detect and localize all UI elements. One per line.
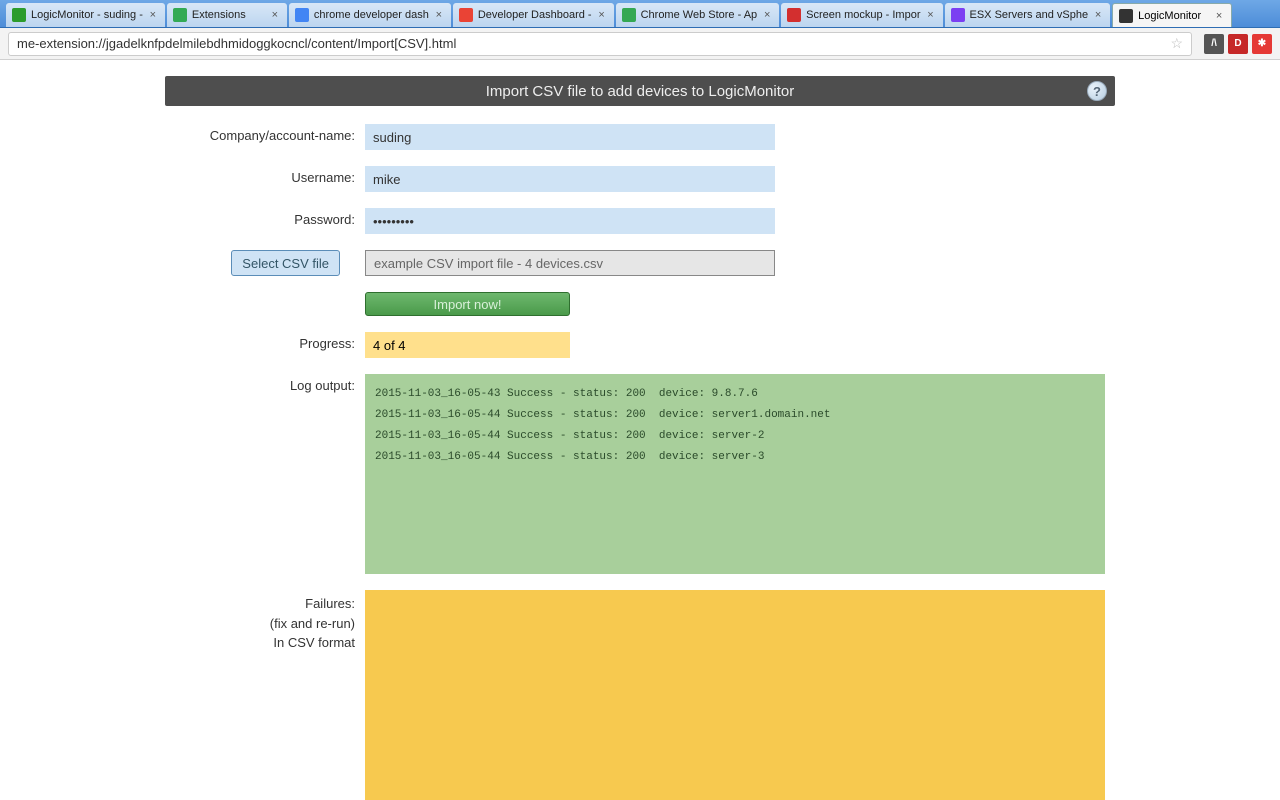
tab-close-icon[interactable]: × [761, 9, 773, 21]
tab-title: Chrome Web Store - Ap [641, 9, 758, 21]
ext-icon-1[interactable]: /\ [1204, 34, 1224, 54]
tab-favicon [787, 8, 801, 22]
page-title: Import CSV file to add devices to LogicM… [486, 83, 794, 100]
url-bar-row: me-extension://jgadelknfpdelmilebdhmidog… [0, 28, 1280, 60]
tab-close-icon[interactable]: × [1092, 9, 1104, 21]
log-output-label: Log output: [165, 374, 365, 393]
tab-close-icon[interactable]: × [1213, 10, 1225, 22]
tab-close-icon[interactable]: × [147, 9, 159, 21]
tab-title: Extensions [192, 9, 265, 21]
selected-filename: example CSV import file - 4 devices.csv [365, 250, 775, 276]
username-label: Username: [165, 166, 365, 185]
browser-tab[interactable]: LogicMonitor - suding - × [6, 3, 165, 27]
tab-title: chrome developer dash [314, 9, 429, 21]
password-label: Password: [165, 208, 365, 227]
failures-output [365, 590, 1105, 800]
bookmark-star-icon[interactable]: ☆ [1170, 35, 1183, 52]
tab-favicon [622, 8, 636, 22]
tab-favicon [173, 8, 187, 22]
help-icon[interactable]: ? [1087, 81, 1107, 101]
browser-tab[interactable]: ESX Servers and vSphe× [945, 3, 1111, 27]
tab-close-icon[interactable]: × [433, 9, 445, 21]
browser-tab[interactable]: LogicMonitor × [1112, 3, 1232, 27]
browser-tab[interactable]: Chrome Web Store - Ap× [616, 3, 780, 27]
tab-favicon [951, 8, 965, 22]
browser-tab[interactable]: Screen mockup - Impor × [781, 3, 942, 27]
password-input[interactable] [365, 208, 775, 234]
tab-title: LogicMonitor - suding - [31, 9, 143, 21]
log-output: 2015-11-03_16-05-43 Success - status: 20… [365, 374, 1105, 574]
username-input[interactable] [365, 166, 775, 192]
select-csv-button[interactable]: Select CSV file [231, 250, 340, 276]
progress-label: Progress: [165, 332, 365, 351]
tab-title: ESX Servers and vSphe [970, 9, 1089, 21]
tab-close-icon[interactable]: × [269, 9, 281, 21]
progress-value: 4 of 4 [365, 332, 570, 358]
import-now-button[interactable]: Import now! [365, 292, 570, 316]
company-label: Company/account-name: [165, 124, 365, 143]
ext-icon-2[interactable]: D [1228, 34, 1248, 54]
browser-tabstrip: LogicMonitor - suding -×Extensions×chrom… [0, 0, 1280, 28]
browser-tab[interactable]: Developer Dashboard - × [453, 3, 614, 27]
tab-close-icon[interactable]: × [596, 9, 608, 21]
tab-close-icon[interactable]: × [925, 9, 937, 21]
browser-tab[interactable]: chrome developer dash × [289, 3, 451, 27]
url-bar[interactable]: me-extension://jgadelknfpdelmilebdhmidog… [8, 32, 1192, 56]
tab-favicon [295, 8, 309, 22]
tab-title: Screen mockup - Impor [806, 9, 920, 21]
tab-title: LogicMonitor [1138, 10, 1209, 22]
extension-icons: /\ D ✱ [1200, 34, 1272, 54]
ext-icon-3[interactable]: ✱ [1252, 34, 1272, 54]
tab-favicon [459, 8, 473, 22]
company-input[interactable] [365, 124, 775, 150]
tab-favicon [12, 8, 26, 22]
url-text: me-extension://jgadelknfpdelmilebdhmidog… [17, 36, 456, 51]
failures-label: Failures: (fix and re-run) In CSV format [165, 590, 365, 653]
tab-title: Developer Dashboard - [478, 9, 592, 21]
tab-favicon [1119, 9, 1133, 23]
page-header: Import CSV file to add devices to LogicM… [165, 76, 1115, 106]
browser-tab[interactable]: Extensions × [167, 3, 287, 27]
